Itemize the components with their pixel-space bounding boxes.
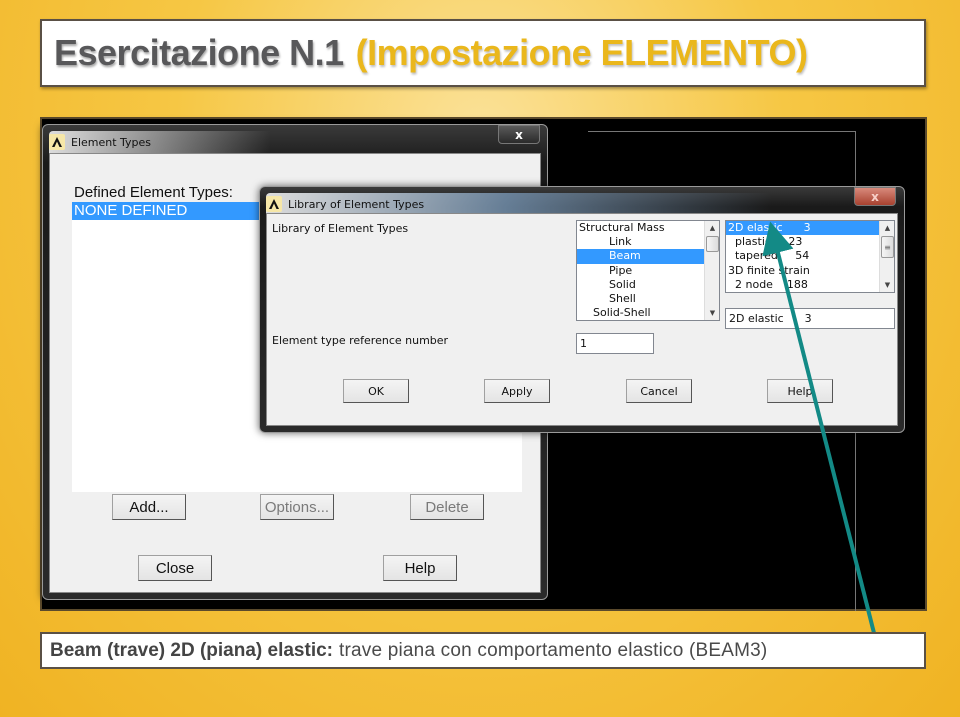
scroll-down-icon[interactable]: ▼ (880, 278, 894, 292)
element-types-close-button[interactable]: x (498, 125, 540, 144)
help-button[interactable]: Help (383, 555, 457, 581)
category-item[interactable]: Pipe (577, 264, 719, 278)
library-element-types-dialog: Library of Element Types x Library of El… (259, 186, 905, 433)
category-scrollbar[interactable]: ▲ ▼ (704, 221, 719, 320)
scroll-up-icon[interactable]: ▲ (705, 221, 719, 235)
delete-button[interactable]: Delete (410, 494, 484, 520)
add-button[interactable]: Add... (112, 494, 186, 520)
type-item[interactable]: 2 node 188 (726, 278, 879, 292)
library-titlebar[interactable]: Library of Element Types (266, 193, 898, 215)
element-types-title: Element Types (71, 135, 152, 149)
category-item[interactable]: Structural Mass (577, 221, 719, 235)
slide-subtitle: (Impostazione ELEMENTO) (355, 32, 808, 73)
defined-element-types-label: Defined Element Types: (74, 184, 233, 201)
close-button[interactable]: Close (138, 555, 212, 581)
selected-type-field[interactable]: 2D elastic 3 (725, 308, 895, 329)
type-item[interactable]: 3D finite strain (726, 264, 879, 278)
element-category-list[interactable]: Structural Mass Link Beam Pipe Solid Shell Sol… (576, 220, 720, 321)
caption-bold: Beam (trave) 2D (piana) elastic: (50, 639, 333, 661)
scroll-thumb[interactable] (706, 236, 719, 252)
library-title: Library of Element Types (288, 197, 425, 211)
help-button[interactable]: Help (767, 379, 833, 403)
slide-caption: Beam (trave) 2D (piana) elastic: trave p… (40, 632, 926, 669)
ok-button[interactable]: OK (343, 379, 409, 403)
ansys-logo-icon (266, 196, 282, 212)
ref-number-input[interactable]: 1 (576, 333, 654, 354)
scroll-down-icon[interactable]: ▼ (705, 306, 719, 320)
apply-button[interactable]: Apply (484, 379, 550, 403)
element-type-list[interactable]: 2D elastic 3 plastic 23 tapered 54 3D fin… (725, 220, 895, 293)
slide-title-box: Esercitazione N.1 (Impostazione ELEMENTO… (40, 19, 926, 87)
type-scrollbar[interactable]: ▲ ≡ ▼ (879, 221, 894, 292)
type-item[interactable]: 2D elastic 3 (726, 221, 879, 236)
slide-title: Esercitazione N.1 (54, 32, 344, 73)
library-label: Library of Element Types (272, 222, 409, 235)
scroll-up-icon[interactable]: ▲ (880, 221, 894, 235)
category-item[interactable]: Shell (577, 292, 719, 306)
options-button[interactable]: Options... (260, 494, 334, 520)
scroll-thumb[interactable]: ≡ (881, 236, 894, 258)
library-body: Library of Element Types Structural Mass… (266, 213, 898, 426)
library-close-button[interactable]: x (854, 187, 896, 206)
category-item[interactable]: Beam (577, 249, 719, 264)
category-item[interactable]: Link (577, 235, 719, 249)
caption-text: trave piana con comportamento elastico (… (339, 639, 768, 661)
cancel-button[interactable]: Cancel (626, 379, 692, 403)
ref-number-label: Element type reference number (272, 334, 449, 347)
category-item[interactable]: Solid-Shell (577, 306, 719, 320)
type-item[interactable]: plastic 23 (726, 235, 879, 249)
element-types-titlebar[interactable]: Element Types (49, 131, 541, 153)
ansys-logo-icon (49, 134, 65, 150)
category-item[interactable]: Solid (577, 278, 719, 292)
type-item[interactable]: tapered 54 (726, 249, 879, 263)
